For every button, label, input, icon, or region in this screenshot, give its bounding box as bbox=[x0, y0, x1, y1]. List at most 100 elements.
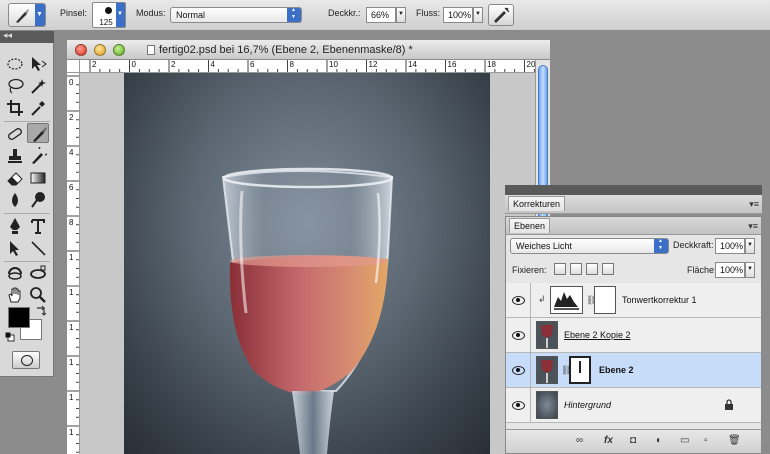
hand-icon bbox=[8, 287, 21, 303]
marquee-tool[interactable] bbox=[4, 54, 26, 74]
document-icon bbox=[147, 45, 155, 55]
rotate-view-tool[interactable] bbox=[4, 263, 26, 283]
lasso-tool[interactable] bbox=[4, 76, 26, 96]
flow-field[interactable]: 100% bbox=[443, 7, 473, 23]
ruler-origin[interactable] bbox=[67, 60, 80, 73]
layer-mask-thumbnail[interactable] bbox=[569, 356, 591, 384]
fill-field[interactable]: 100% bbox=[715, 262, 745, 278]
layer-thumbnail[interactable] bbox=[536, 321, 558, 349]
mode-value: Normal bbox=[176, 10, 206, 20]
ruler-label: 6 bbox=[69, 183, 74, 192]
dodge-tool[interactable] bbox=[27, 190, 49, 210]
add-mask-icon[interactable]: ◘ bbox=[630, 435, 636, 446]
layer-opacity-field[interactable]: 100% bbox=[715, 238, 745, 254]
visibility-eye-icon[interactable] bbox=[511, 330, 525, 340]
lock-all-icon[interactable] bbox=[602, 263, 614, 275]
fill-label: Fläche: bbox=[687, 265, 717, 275]
trash-icon[interactable]: 🗑 bbox=[728, 435, 741, 446]
levels-adjustment-thumbnail[interactable] bbox=[550, 286, 583, 314]
link-layers-icon[interactable]: ∞ bbox=[576, 435, 583, 446]
document-window: fertig02.psd bei 16,7% (Ebene 2, Ebenenm… bbox=[67, 40, 550, 454]
airbrush-button[interactable] bbox=[488, 4, 514, 26]
blur-icon bbox=[12, 193, 18, 207]
eraser-tool[interactable] bbox=[4, 168, 26, 188]
panel-menu-icon[interactable]: ▾≡ bbox=[748, 221, 758, 232]
tab-korrekturen[interactable]: Korrekturen bbox=[508, 196, 566, 211]
lock-pixels-icon[interactable] bbox=[570, 263, 582, 275]
eyedropper-tool[interactable] bbox=[27, 98, 49, 118]
foreground-color-swatch[interactable] bbox=[8, 307, 30, 328]
blend-mode-select[interactable]: Weiches Licht bbox=[510, 238, 669, 254]
visibility-eye-icon[interactable] bbox=[511, 400, 525, 410]
brush-tool[interactable] bbox=[27, 123, 49, 143]
chevron-down-icon[interactable] bbox=[35, 4, 45, 26]
horizontal-ruler[interactable]: 2 0 2 4 6 8 10 12 14 16 18 20 bbox=[80, 60, 535, 73]
lock-label: Fixieren: bbox=[512, 265, 547, 275]
collapse-icon[interactable]: ◂◂ bbox=[3, 30, 12, 41]
pen-tool[interactable] bbox=[4, 216, 26, 236]
zoom-button[interactable] bbox=[113, 44, 125, 56]
quick-mask-button[interactable] bbox=[12, 351, 40, 369]
ruler-label: 0 bbox=[131, 60, 136, 69]
fx-icon[interactable]: fx bbox=[604, 435, 613, 446]
brush-preset-picker[interactable]: 125 bbox=[92, 2, 126, 28]
lock-position-icon[interactable] bbox=[586, 263, 598, 275]
layer-opacity-slider-toggle[interactable] bbox=[745, 238, 755, 254]
zoom-tool[interactable] bbox=[27, 285, 49, 305]
blur-tool[interactable] bbox=[4, 190, 26, 210]
close-button[interactable] bbox=[75, 44, 87, 56]
mode-label: Modus: bbox=[136, 8, 166, 18]
lock-transparency-icon[interactable] bbox=[554, 263, 566, 275]
tools-panel-header[interactable]: ◂◂ bbox=[0, 30, 54, 43]
move-tool[interactable] bbox=[27, 54, 49, 74]
layer-thumbnail[interactable] bbox=[536, 391, 558, 419]
ruler-label: 12 bbox=[368, 60, 378, 69]
default-colors-icon[interactable] bbox=[5, 332, 15, 342]
panel-menu-icon[interactable]: ▾≡ bbox=[749, 199, 759, 210]
layer-opacity-label: Deckkraft: bbox=[673, 240, 714, 250]
marquee-icon bbox=[7, 58, 23, 70]
image-canvas[interactable] bbox=[124, 73, 490, 454]
new-layer-icon[interactable]: ▫ bbox=[704, 435, 708, 446]
fill-slider-toggle[interactable] bbox=[745, 262, 755, 278]
visibility-eye-icon[interactable] bbox=[511, 295, 525, 305]
layers-panel: Ebenen ▾≡ Weiches Licht Deckkraft: 100% … bbox=[505, 216, 762, 454]
history-brush-tool[interactable] bbox=[27, 146, 49, 166]
minimize-button[interactable] bbox=[94, 44, 106, 56]
airbrush-icon bbox=[494, 7, 510, 23]
type-tool[interactable] bbox=[27, 216, 49, 236]
opacity-slider-toggle[interactable] bbox=[396, 7, 406, 23]
layer-row-ebene-2[interactable]: ⛓ Ebene 2 bbox=[506, 353, 761, 388]
adjustment-layer-icon[interactable]: ◐ bbox=[656, 435, 662, 446]
3d-orbit-tool[interactable] bbox=[27, 263, 49, 283]
tool-preset-picker[interactable] bbox=[8, 3, 46, 27]
chevron-down-icon[interactable] bbox=[116, 3, 125, 27]
layer-row-hintergrund[interactable]: Hintergrund bbox=[506, 388, 761, 423]
hand-tool[interactable] bbox=[4, 285, 26, 305]
layer-row-tonwertkorrektur[interactable]: ↲ ⛓ Tonwertkorrektur 1 bbox=[506, 283, 761, 318]
lasso-icon bbox=[8, 78, 24, 94]
layer-name: Hintergrund bbox=[564, 400, 612, 410]
gradient-tool[interactable] bbox=[27, 168, 49, 188]
ruler-ticks bbox=[89, 60, 535, 72]
magic-wand-tool[interactable] bbox=[27, 76, 49, 96]
tab-ebenen[interactable]: Ebenen bbox=[509, 218, 551, 233]
mode-select[interactable]: Normal bbox=[170, 7, 302, 23]
panel-dock-header[interactable] bbox=[505, 185, 762, 195]
path-selection-tool[interactable] bbox=[4, 238, 26, 258]
crop-tool[interactable] bbox=[4, 98, 26, 118]
vertical-ruler[interactable]: 0 2 4 6 8 1 1 1 1 1 1 bbox=[67, 73, 80, 454]
flow-slider-toggle[interactable] bbox=[473, 7, 483, 23]
ruler-label: 4 bbox=[69, 148, 74, 157]
group-icon[interactable]: ▭ bbox=[680, 435, 689, 446]
opacity-field[interactable]: 66% bbox=[366, 7, 396, 23]
line-tool[interactable] bbox=[27, 238, 49, 258]
clone-stamp-tool[interactable] bbox=[4, 146, 26, 166]
visibility-eye-icon[interactable] bbox=[511, 365, 525, 375]
layer-row-ebene-2-kopie-2[interactable]: Ebene 2 Kopie 2 bbox=[506, 318, 761, 353]
layer-thumbnail[interactable] bbox=[536, 356, 558, 384]
swap-colors-icon[interactable] bbox=[35, 305, 47, 317]
layer-mask-thumbnail[interactable] bbox=[594, 286, 616, 314]
document-title-bar[interactable]: fertig02.psd bei 16,7% (Ebene 2, Ebenenm… bbox=[67, 40, 550, 60]
spot-healing-tool[interactable] bbox=[4, 124, 26, 144]
